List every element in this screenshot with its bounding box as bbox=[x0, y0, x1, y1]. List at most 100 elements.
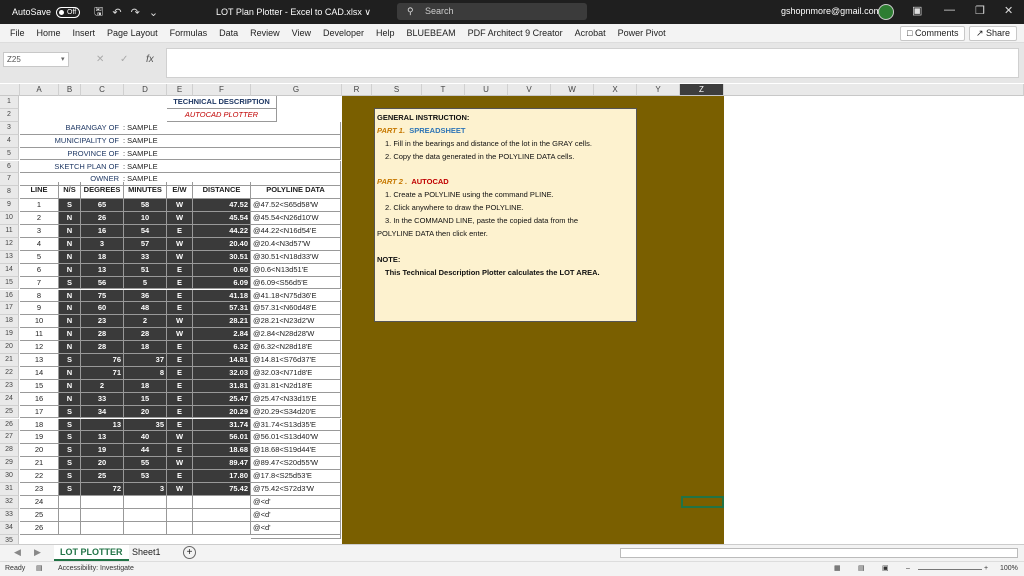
table-cell[interactable]: @25.47<N33d15'E bbox=[251, 392, 341, 406]
avatar[interactable] bbox=[878, 4, 894, 20]
menu-page-layout[interactable]: Page Layout bbox=[107, 28, 158, 38]
menu-data[interactable]: Data bbox=[219, 28, 238, 38]
row-header[interactable]: 16 bbox=[0, 289, 19, 303]
field-value[interactable]: : SAMPLE bbox=[121, 147, 341, 161]
table-cell[interactable] bbox=[124, 495, 167, 509]
table-cell[interactable]: @44.22<N16d54'E bbox=[251, 225, 341, 238]
table-cell[interactable]: 17.80 bbox=[193, 470, 251, 483]
field-label[interactable]: BARANGAY OF bbox=[20, 122, 121, 135]
table-cell[interactable]: 76 bbox=[81, 354, 124, 367]
table-cell[interactable]: @89.47<S20d55'W bbox=[251, 457, 341, 471]
field-label[interactable]: SKETCH PLAN OF bbox=[20, 161, 121, 174]
table-cell[interactable]: E bbox=[167, 418, 193, 432]
table-cell[interactable]: 2.84 bbox=[193, 328, 251, 342]
table-cell[interactable]: S bbox=[59, 444, 81, 458]
table-cell[interactable]: 40 bbox=[124, 431, 167, 445]
table-cell[interactable]: 28.21 bbox=[193, 315, 251, 329]
menu-acrobat[interactable]: Acrobat bbox=[575, 28, 606, 38]
column-header-w[interactable]: W bbox=[551, 84, 594, 96]
menu-file[interactable]: File bbox=[10, 28, 25, 38]
table-cell[interactable]: N bbox=[59, 379, 81, 393]
table-cell[interactable] bbox=[81, 495, 124, 509]
restore-icon[interactable]: ❐ bbox=[975, 4, 985, 17]
table-header[interactable]: POLYLINE DATA bbox=[251, 182, 341, 200]
row-header[interactable]: 11 bbox=[0, 225, 19, 238]
table-cell[interactable] bbox=[124, 508, 167, 522]
table-cell[interactable] bbox=[81, 508, 124, 522]
column-header-t[interactable]: T bbox=[422, 84, 465, 96]
table-cell[interactable]: E bbox=[167, 276, 193, 290]
column-header-c[interactable]: C bbox=[81, 84, 124, 96]
customize-toolbar-icon[interactable]: ⌄ bbox=[149, 6, 158, 19]
menu-developer[interactable]: Developer bbox=[323, 28, 364, 38]
table-cell[interactable]: @75.42<S72d3'W bbox=[251, 483, 341, 496]
table-cell[interactable]: 30.51 bbox=[193, 250, 251, 264]
field-value[interactable]: : SAMPLE bbox=[121, 160, 341, 174]
document-title[interactable]: LOT Plan Plotter - Excel to CAD.xlsx ∨ bbox=[216, 7, 371, 18]
table-cell[interactable]: E bbox=[167, 379, 193, 393]
table-cell[interactable]: S bbox=[59, 470, 81, 483]
menu-help[interactable]: Help bbox=[376, 28, 395, 38]
table-cell[interactable]: 8 bbox=[124, 366, 167, 380]
table-cell[interactable]: 18 bbox=[124, 341, 167, 354]
field-value[interactable]: : SAMPLE bbox=[121, 134, 341, 148]
table-cell[interactable]: 44.22 bbox=[193, 225, 251, 238]
column-header-r[interactable]: R bbox=[342, 84, 372, 96]
table-cell[interactable]: 3 bbox=[124, 483, 167, 496]
normal-view-icon[interactable]: ▦ bbox=[834, 562, 841, 576]
table-cell[interactable]: 16 bbox=[20, 392, 59, 406]
table-cell[interactable]: @45.54<N26d10'W bbox=[251, 212, 341, 225]
table-cell[interactable]: 44 bbox=[124, 444, 167, 458]
table-cell[interactable]: 57.31 bbox=[193, 302, 251, 316]
row-header[interactable]: 28 bbox=[0, 444, 19, 458]
table-cell[interactable]: S bbox=[59, 418, 81, 432]
table-cell[interactable]: 54 bbox=[124, 225, 167, 238]
menu-pdf-architect-9-creator[interactable]: PDF Architect 9 Creator bbox=[468, 28, 563, 38]
table-cell[interactable]: @17.8<S25d53'E bbox=[251, 470, 341, 483]
table-cell[interactable]: S bbox=[59, 276, 81, 290]
table-cell[interactable] bbox=[124, 521, 167, 535]
add-sheet-icon[interactable]: + bbox=[183, 546, 196, 559]
table-cell[interactable]: @6.32<N28d18'E bbox=[251, 341, 341, 354]
share-button[interactable]: ↗ Share bbox=[969, 26, 1018, 41]
table-cell[interactable]: @14.81<S76d37'E bbox=[251, 354, 341, 367]
table-cell[interactable] bbox=[193, 495, 251, 509]
menu-power-pivot[interactable]: Power Pivot bbox=[618, 28, 666, 38]
table-cell[interactable]: 10 bbox=[20, 315, 59, 329]
table-cell[interactable]: E bbox=[167, 302, 193, 316]
table-cell[interactable]: S bbox=[59, 483, 81, 496]
table-cell[interactable]: 45.54 bbox=[193, 212, 251, 225]
table-cell[interactable]: 3 bbox=[20, 225, 59, 238]
field-label[interactable]: MUNICIPALITY OF bbox=[20, 135, 121, 148]
table-cell[interactable]: 2 bbox=[20, 212, 59, 225]
comments-button[interactable]: □ Comments bbox=[900, 26, 966, 41]
page-layout-view-icon[interactable]: ▤ bbox=[858, 562, 865, 576]
table-cell[interactable]: 20.40 bbox=[193, 237, 251, 251]
row-header[interactable]: 14 bbox=[0, 263, 19, 277]
row-header[interactable]: 31 bbox=[0, 483, 19, 496]
table-cell[interactable]: 8 bbox=[20, 289, 59, 303]
table-cell[interactable]: S bbox=[59, 354, 81, 367]
table-cell[interactable]: @6.09<S56d5'E bbox=[251, 276, 341, 290]
table-cell[interactable]: 75.42 bbox=[193, 483, 251, 496]
table-cell[interactable]: 58 bbox=[124, 199, 167, 213]
table-cell[interactable]: 23 bbox=[20, 483, 59, 496]
row-header[interactable]: 27 bbox=[0, 431, 19, 445]
table-cell[interactable]: 34 bbox=[81, 405, 124, 419]
table-cell[interactable]: 13 bbox=[81, 263, 124, 277]
column-header-z[interactable]: Z bbox=[680, 84, 724, 96]
table-cell[interactable]: 28 bbox=[81, 341, 124, 354]
table-cell[interactable]: E bbox=[167, 354, 193, 367]
table-cell[interactable] bbox=[59, 495, 81, 509]
table-cell[interactable]: 26 bbox=[81, 212, 124, 225]
row-header[interactable]: 23 bbox=[0, 379, 19, 393]
column-header-x[interactable]: X bbox=[594, 84, 637, 96]
row-header[interactable]: 30 bbox=[0, 470, 19, 483]
table-cell[interactable]: 13 bbox=[81, 431, 124, 445]
table-cell[interactable]: @0.6<N13d51'E bbox=[251, 263, 341, 277]
account-email[interactable]: gshopnmore@gmail.com bbox=[781, 6, 881, 16]
table-cell[interactable]: 5 bbox=[20, 250, 59, 264]
table-cell[interactable]: 14 bbox=[20, 366, 59, 380]
table-cell[interactable]: N bbox=[59, 366, 81, 380]
row-header[interactable]: 17 bbox=[0, 302, 19, 316]
